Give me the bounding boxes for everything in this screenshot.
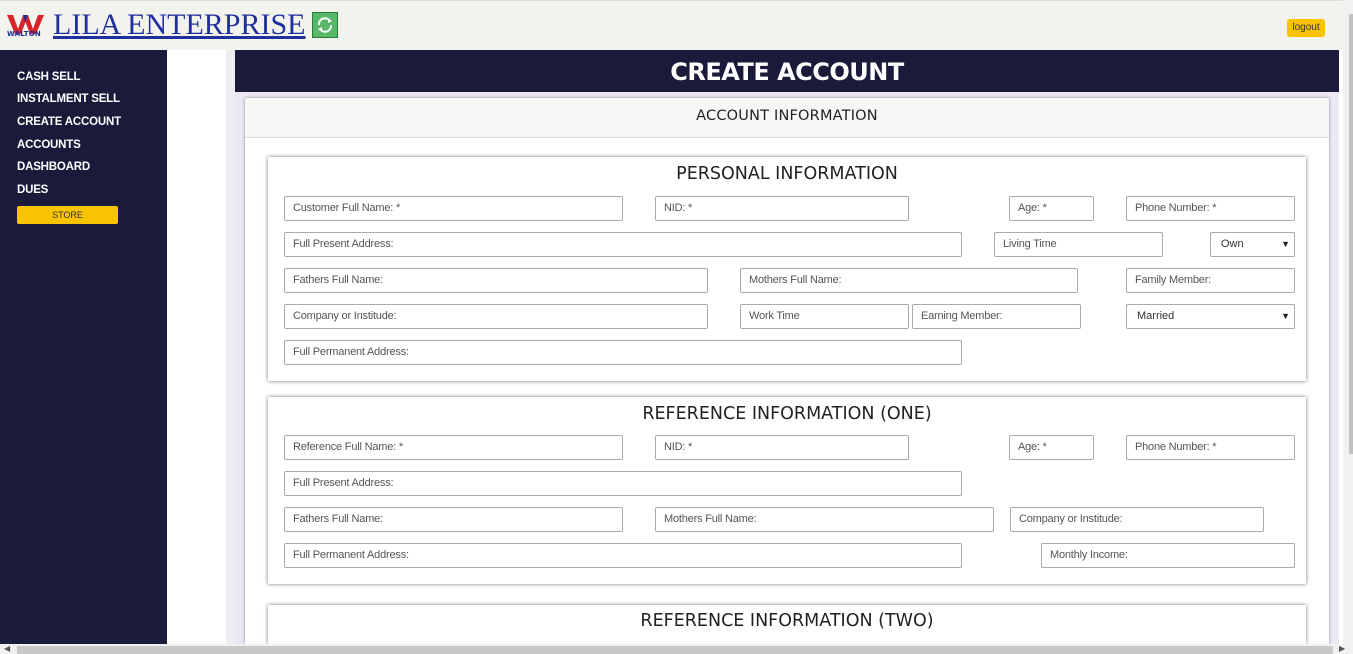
- sidebar-item-accounts[interactable]: ACCOUNTS: [17, 139, 81, 151]
- ref-mothers-name-input[interactable]: Mothers Full Name:: [655, 507, 994, 532]
- scroll-left-arrow-icon[interactable]: ◀: [4, 644, 10, 654]
- permanent-address-input[interactable]: Full Permanent Address:: [284, 340, 962, 365]
- phone-input[interactable]: Phone Number: *: [1126, 196, 1295, 221]
- sidebar-item-instalment-sell[interactable]: INSTALMENT SELL: [17, 93, 120, 105]
- ref-nid-input[interactable]: NID: *: [655, 435, 909, 460]
- ref-present-address-input[interactable]: Full Present Address:: [284, 471, 962, 496]
- section-title: PERSONAL INFORMATION: [676, 164, 898, 184]
- logo-text: WALTON: [7, 30, 41, 38]
- ref-monthly-income-input[interactable]: Monthly Income:: [1041, 543, 1295, 568]
- customer-name-input[interactable]: Customer Full Name: *: [284, 196, 623, 221]
- sidebar: CASH SELL INSTALMENT SELL CREATE ACCOUNT…: [0, 50, 167, 644]
- marital-status-select[interactable]: Married ▼: [1126, 304, 1295, 329]
- family-member-input[interactable]: Family Member:: [1126, 268, 1295, 293]
- sidebar-item-create-account[interactable]: CREATE ACCOUNT: [17, 116, 121, 128]
- scroll-right-arrow-icon[interactable]: ▶: [1339, 644, 1345, 654]
- vertical-scroll-thumb[interactable]: [1349, 14, 1353, 454]
- living-time-input[interactable]: Living Time: [994, 232, 1163, 257]
- logout-button[interactable]: logout: [1287, 19, 1325, 37]
- section-title: REFERENCE INFORMATION (TWO): [640, 611, 934, 631]
- nid-input[interactable]: NID: *: [655, 196, 909, 221]
- ownership-select-value: Own: [1221, 238, 1244, 250]
- ref-age-input[interactable]: Age: *: [1009, 435, 1094, 460]
- reference-two-section: REFERENCE INFORMATION (TWO): [268, 605, 1306, 644]
- ref-company-input[interactable]: Company or Institude:: [1010, 507, 1264, 532]
- sidebar-item-cash-sell[interactable]: CASH SELL: [17, 71, 81, 83]
- ownership-select[interactable]: Own ▼: [1210, 232, 1295, 257]
- section-title: REFERENCE INFORMATION (ONE): [642, 404, 932, 424]
- caret-down-icon: ▼: [1281, 311, 1290, 321]
- sidebar-item-dashboard[interactable]: DASHBOARD: [17, 161, 90, 173]
- page-title-bar: CREATE ACCOUNT: [235, 50, 1339, 92]
- caret-down-icon: ▼: [1281, 239, 1290, 249]
- earning-member-input[interactable]: Earning Member:: [912, 304, 1081, 329]
- refresh-icon[interactable]: [312, 12, 338, 38]
- brand-title[interactable]: LILA ENTERPRISE: [53, 7, 306, 43]
- top-bar: WALTON LILA ENTERPRISE logout: [0, 0, 1353, 50]
- fathers-name-input[interactable]: Fathers Full Name:: [284, 268, 708, 293]
- reference-name-input[interactable]: Reference Full Name: *: [284, 435, 623, 460]
- ref-phone-input[interactable]: Phone Number: *: [1126, 435, 1295, 460]
- horizontal-scroll-thumb[interactable]: [17, 646, 1333, 654]
- ref-fathers-name-input[interactable]: Fathers Full Name:: [284, 507, 623, 532]
- ref-permanent-address-input[interactable]: Full Permanent Address:: [284, 543, 962, 568]
- page-title: CREATE ACCOUNT: [670, 58, 904, 86]
- mothers-name-input[interactable]: Mothers Full Name:: [740, 268, 1078, 293]
- sidebar-item-dues[interactable]: DUES: [17, 184, 48, 196]
- card-header: ACCOUNT INFORMATION: [245, 98, 1329, 138]
- work-time-input[interactable]: Work Time: [740, 304, 909, 329]
- present-address-input[interactable]: Full Present Address:: [284, 232, 962, 257]
- age-input[interactable]: Age: *: [1009, 196, 1094, 221]
- content-gutter: [226, 50, 235, 644]
- marital-select-value: Married: [1137, 310, 1175, 322]
- company-input[interactable]: Company or Institude:: [284, 304, 708, 329]
- store-button[interactable]: STORE: [17, 206, 118, 224]
